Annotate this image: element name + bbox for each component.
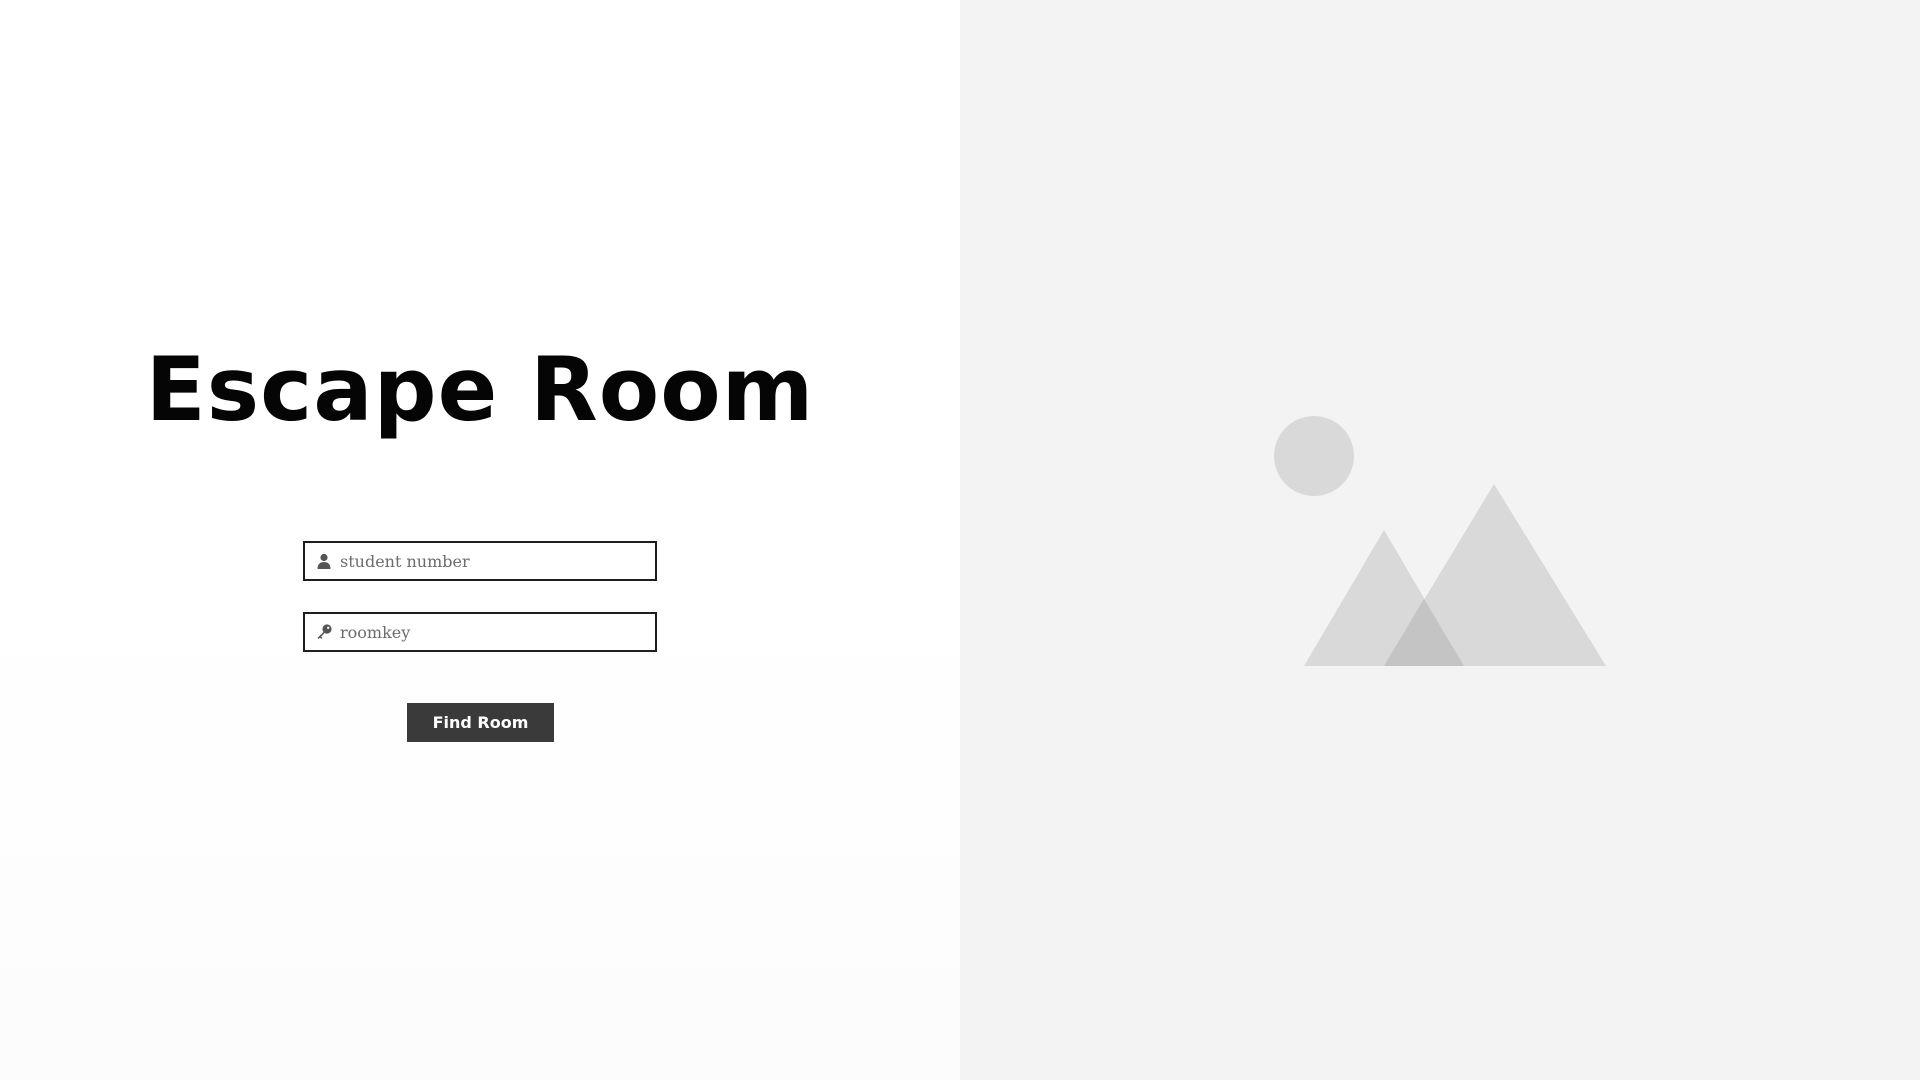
roomkey-input[interactable] xyxy=(340,614,650,650)
student-number-input[interactable] xyxy=(340,543,650,579)
user-icon xyxy=(317,553,331,569)
page-title: Escape Room xyxy=(145,338,815,441)
login-panel: Escape Room Find Room xyxy=(0,0,960,1080)
login-page: Escape Room Find Room xyxy=(0,0,1920,1080)
sun-circle xyxy=(1274,416,1354,496)
image-panel xyxy=(960,0,1920,1080)
key-icon xyxy=(317,624,332,639)
roomkey-field[interactable] xyxy=(303,612,657,652)
image-placeholder-icon xyxy=(1274,416,1606,666)
find-room-button[interactable]: Find Room xyxy=(407,703,554,742)
student-number-field[interactable] xyxy=(303,541,657,581)
